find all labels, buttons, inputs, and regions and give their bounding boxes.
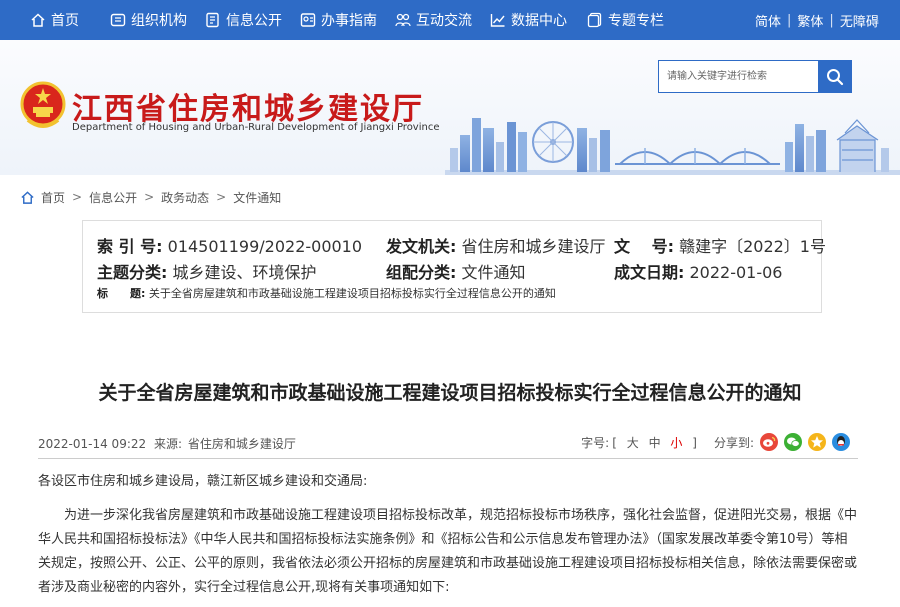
lang-traditional[interactable]: 繁体 bbox=[797, 11, 823, 30]
info-label: 主题分类: bbox=[97, 263, 168, 282]
font-size-small[interactable]: 小 bbox=[670, 436, 682, 450]
nav-label: 信息公开 bbox=[226, 13, 282, 29]
info-date: 成文日期: 2022-01-06 bbox=[614, 259, 782, 283]
font-bracket: [ bbox=[612, 435, 617, 450]
info-value: 城乡建设、环境保护 bbox=[172, 263, 317, 282]
qzone-icon[interactable] bbox=[808, 433, 826, 451]
info-value: 省住房和城乡建设厅 bbox=[461, 237, 606, 256]
info-label: 标 题: bbox=[97, 287, 146, 300]
breadcrumb-separator: > bbox=[72, 190, 83, 204]
org-icon bbox=[110, 12, 126, 28]
home-icon bbox=[30, 12, 46, 28]
breadcrumb-notice[interactable]: 文件通知 bbox=[233, 189, 281, 206]
info-issuer: 发文机关: 省住房和城乡建设厅 bbox=[386, 233, 606, 257]
font-size-selector: [ 大 中 小 ] bbox=[609, 434, 700, 451]
nav-label: 互动交流 bbox=[416, 13, 472, 29]
lang-simplified[interactable]: 简体 bbox=[755, 11, 781, 30]
document-icon bbox=[205, 12, 221, 28]
article-salutation: 各设区市住房和城乡建设局，赣江新区城乡建设和交通局: bbox=[38, 474, 368, 489]
breadcrumb-separator: > bbox=[144, 190, 155, 204]
qq-icon[interactable] bbox=[832, 433, 850, 451]
nav-label: 组织机构 bbox=[131, 13, 187, 29]
info-topic: 主题分类: 城乡建设、环境保护 bbox=[97, 259, 317, 283]
home-icon bbox=[21, 190, 34, 204]
guide-icon bbox=[300, 12, 316, 28]
document-info-table: 索 引 号: 014501199/2022-00010 发文机关: 省住房和城乡… bbox=[82, 220, 826, 313]
info-value: 关于全省房屋建筑和市政基础设施工程建设项目招标投标实行全过程信息公开的通知 bbox=[148, 287, 556, 300]
article-meta-right: 字号: [ 大 中 小 ] 分享到: bbox=[581, 433, 850, 451]
breadcrumb-home[interactable]: 首页 bbox=[41, 189, 65, 206]
meta-divider bbox=[38, 458, 858, 459]
article-meta: 2022-01-14 09:22 来源: 省住房和城乡建设厅 字号: [ 大 中… bbox=[38, 433, 858, 455]
info-docno: 文 号: 赣建字〔2022〕1号 bbox=[614, 233, 826, 257]
info-label: 文 号: bbox=[614, 237, 674, 256]
lang-accessible[interactable]: 无障碍 bbox=[840, 11, 879, 30]
nav-item-interact[interactable]: 互动交流 bbox=[395, 0, 472, 40]
font-size-medium[interactable]: 中 bbox=[649, 436, 661, 450]
nav-item-guide[interactable]: 办事指南 bbox=[300, 0, 377, 40]
article-title: 关于全省房屋建筑和市政基础设施工程建设项目招标投标实行全过程信息公开的通知 bbox=[98, 382, 802, 404]
search-box bbox=[658, 60, 852, 93]
lang-divider: | bbox=[829, 12, 834, 28]
info-value: 014501199/2022-00010 bbox=[167, 237, 363, 256]
lang-divider: | bbox=[787, 12, 792, 28]
nav-label: 首页 bbox=[51, 13, 79, 29]
info-subject: 标 题: 关于全省房屋建筑和市政基础设施工程建设项目招标投标实行全过程信息公开的… bbox=[97, 285, 556, 301]
breadcrumb-separator: > bbox=[216, 190, 227, 204]
national-emblem-icon bbox=[20, 81, 66, 128]
info-value: 文件通知 bbox=[461, 263, 526, 282]
info-orgtype: 组配分类: 文件通知 bbox=[386, 259, 526, 283]
wechat-icon[interactable] bbox=[784, 433, 802, 451]
breadcrumb-news[interactable]: 政务动态 bbox=[161, 189, 209, 206]
nav-item-home[interactable]: 首页 bbox=[30, 0, 79, 40]
nav-label: 数据中心 bbox=[511, 13, 567, 29]
topic-icon bbox=[587, 12, 603, 28]
info-value: 2022-01-06 bbox=[689, 263, 783, 282]
share-label: 分享到: bbox=[713, 435, 754, 450]
font-size-large[interactable]: 大 bbox=[627, 436, 639, 450]
article-paragraph: 为进一步深化我省房屋建筑和市政基础设施工程建设项目招标投标改革，规范招标投标市场… bbox=[38, 508, 858, 595]
source-value: 省住房和城乡建设厅 bbox=[187, 437, 296, 451]
info-label: 组配分类: bbox=[386, 263, 457, 282]
interact-icon bbox=[395, 12, 411, 28]
search-button[interactable] bbox=[818, 61, 851, 92]
font-bracket: ] bbox=[692, 435, 697, 450]
breadcrumb: 首页 > 信息公开 > 政务动态 > 文件通知 bbox=[20, 188, 281, 206]
language-switch: 简体 | 繁体 | 无障碍 bbox=[755, 0, 879, 40]
weibo-icon[interactable] bbox=[760, 433, 778, 451]
nav-item-org[interactable]: 组织机构 bbox=[110, 0, 187, 40]
info-label: 成文日期: bbox=[614, 263, 685, 282]
top-nav: 首页 组织机构 信息公开 办事指南 互动交流 数据中心 专题专栏 简体 | 繁体… bbox=[0, 0, 900, 40]
city-skyline-illustration bbox=[445, 118, 900, 175]
info-label: 发文机关: bbox=[386, 237, 457, 256]
site-header: 江西省住房和城乡建设厅 Department of Housing and Ur… bbox=[0, 40, 900, 175]
nav-item-data[interactable]: 数据中心 bbox=[490, 0, 567, 40]
info-label: 索 引 号: bbox=[97, 237, 163, 256]
nav-item-info[interactable]: 信息公开 bbox=[205, 0, 282, 40]
publish-datetime: 2022-01-14 09:22 bbox=[38, 437, 147, 451]
source-label: 来源: bbox=[153, 437, 183, 451]
nav-label: 专题专栏 bbox=[608, 13, 664, 29]
article-body: 各设区市住房和城乡建设局，赣江新区城乡建设和交通局: 为进一步深化我省房屋建筑和… bbox=[38, 470, 860, 607]
info-value: 赣建字〔2022〕1号 bbox=[679, 237, 826, 256]
font-size-label: 字号: bbox=[581, 435, 610, 450]
info-index: 索 引 号: 014501199/2022-00010 bbox=[97, 233, 362, 257]
site-subtitle: Department of Housing and Urban-Rural De… bbox=[72, 122, 440, 133]
chart-icon bbox=[490, 12, 506, 28]
breadcrumb-info[interactable]: 信息公开 bbox=[89, 189, 137, 206]
nav-item-topic[interactable]: 专题专栏 bbox=[587, 0, 664, 40]
nav-label: 办事指南 bbox=[321, 13, 377, 29]
search-input[interactable] bbox=[659, 61, 818, 92]
article-meta-left: 2022-01-14 09:22 来源: 省住房和城乡建设厅 bbox=[38, 435, 296, 452]
search-icon bbox=[826, 68, 843, 85]
